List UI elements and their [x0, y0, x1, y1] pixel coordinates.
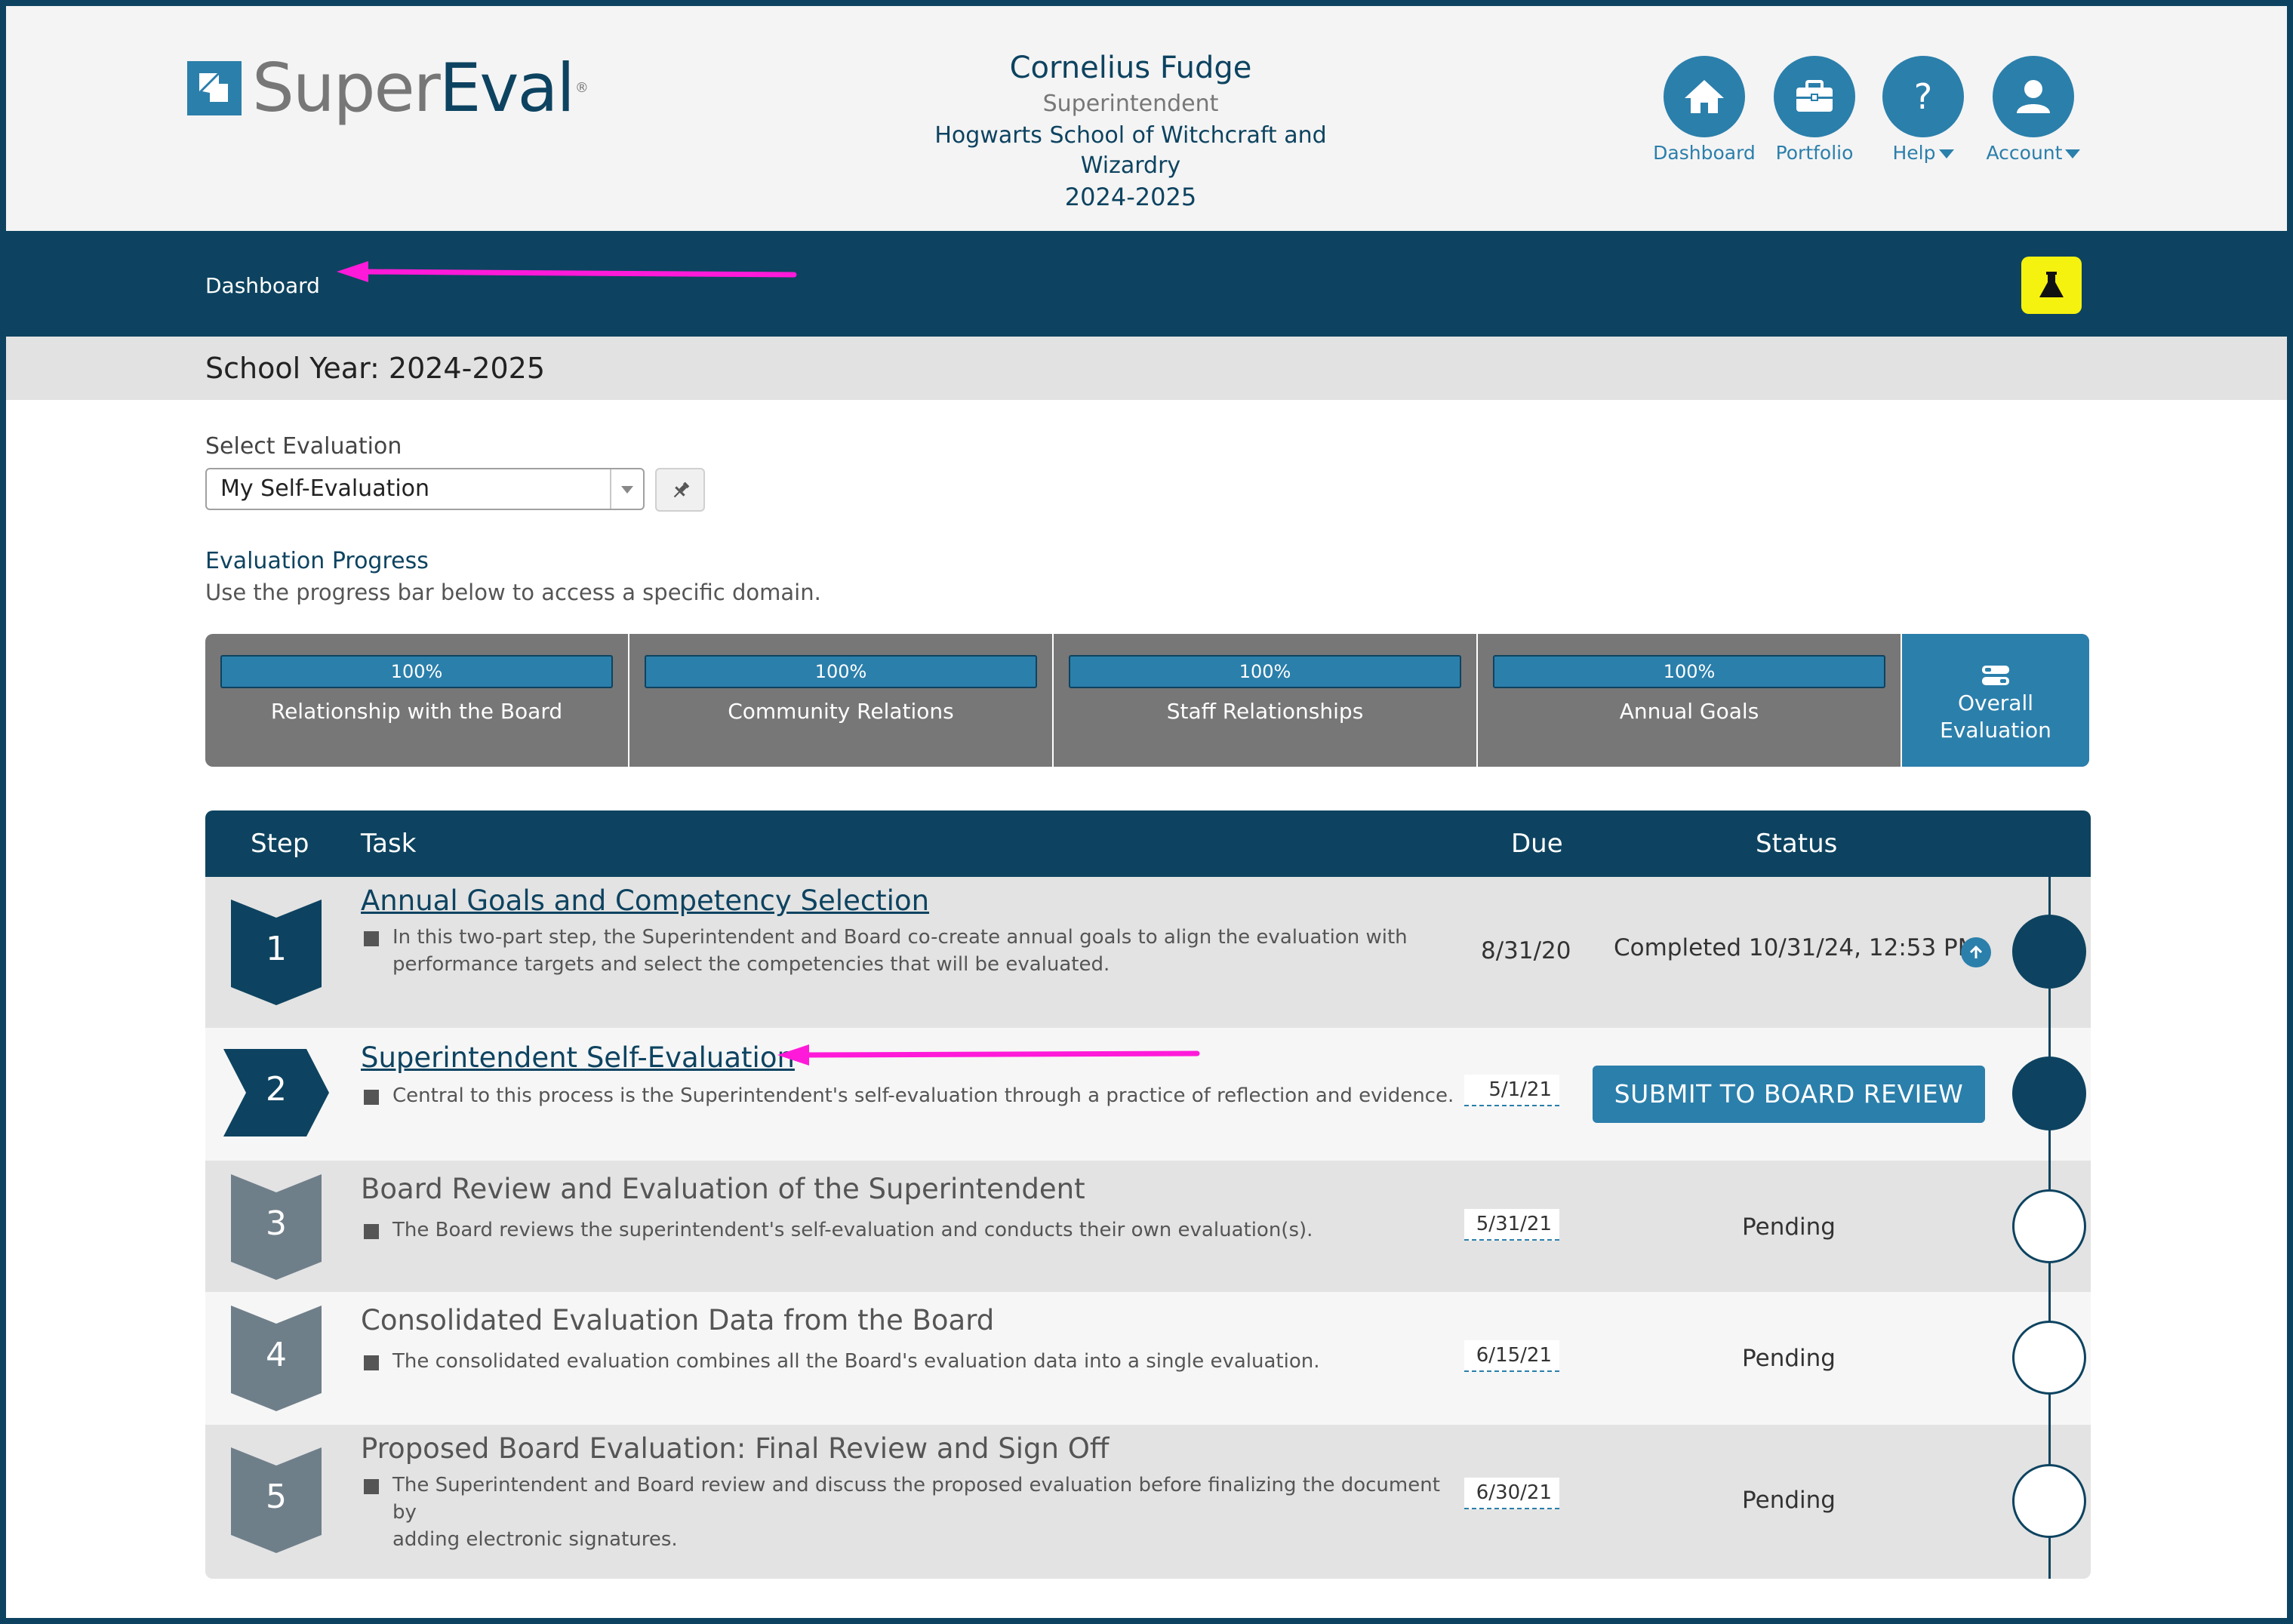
caret-down-icon: [2065, 149, 2081, 158]
task-link[interactable]: Superintendent Self-Evaluation: [361, 1041, 795, 1074]
due-date-field[interactable]: 6/15/21: [1464, 1340, 1559, 1372]
submit-to-board-review-button[interactable]: SUBMIT TO BOARD REVIEW: [1593, 1066, 1985, 1123]
task-description: The Superintendent and Board review and …: [392, 1474, 1440, 1551]
timeline-step-pending: [2012, 1189, 2086, 1263]
toggles-icon: [1982, 666, 2009, 685]
timeline-step-pending: [2012, 1464, 2086, 1538]
briefcase-icon: [1774, 56, 1855, 137]
user-name: Cornelius Fudge: [1009, 51, 1252, 85]
task-title: Consolidated Evaluation Data from the Bo…: [361, 1304, 995, 1336]
task-title: Board Review and Evaluation of the Super…: [361, 1173, 1085, 1205]
question-icon: ?: [1882, 56, 1964, 137]
beta-lab-button[interactable]: [2021, 257, 2082, 314]
domain-progress: 100%: [645, 655, 1037, 688]
home-icon: [1664, 56, 1745, 137]
progress-subtitle: Use the progress bar below to access a s…: [205, 580, 821, 605]
header: SuperEval ® Cornelius Fudge Superintenden…: [6, 6, 2287, 231]
status-text: Pending: [1742, 1487, 1836, 1514]
task-description: In this two-part step, the Superintenden…: [392, 926, 1408, 976]
table-row: 1 Annual Goals and Competency Selection …: [205, 877, 2091, 1028]
nav-portfolio[interactable]: Portfolio: [1754, 56, 1875, 164]
task-description: The consolidated evaluation combines all…: [392, 1350, 1320, 1373]
chevron-down-icon: [610, 469, 643, 509]
due-date-field[interactable]: 5/1/21: [1464, 1075, 1559, 1106]
annotation-arrow: [337, 261, 797, 282]
task-title: Proposed Board Evaluation: Final Review …: [361, 1432, 1110, 1465]
annotation-arrow: [777, 1044, 1200, 1066]
task-description: The Board reviews the superintendent's s…: [392, 1219, 1313, 1241]
logo-icon: [187, 61, 242, 115]
school-year-label: School Year: 2024-2025: [205, 352, 546, 385]
due-date-field[interactable]: 6/30/21: [1464, 1478, 1559, 1509]
breadcrumb[interactable]: Dashboard: [205, 273, 320, 298]
task-description: Central to this process is the Superinte…: [392, 1084, 1454, 1107]
user-role: Superintendent: [1042, 91, 1219, 117]
arrow-up-icon: [1969, 945, 1983, 958]
domain-progress: 100%: [220, 655, 613, 688]
svg-text:?: ?: [1914, 76, 1932, 117]
user-info: Cornelius Fudge Superintendent Hogwarts …: [897, 48, 1365, 213]
evaluation-select[interactable]: My Self-Evaluation: [205, 468, 645, 510]
table-header: Step Task Due Status: [205, 810, 2091, 877]
arrow-up-button[interactable]: [1961, 937, 1991, 967]
status-text: Completed 10/31/24, 12:53 PM: [1614, 934, 1978, 961]
flask-icon: [2039, 272, 2064, 297]
progress-title: Evaluation Progress: [205, 548, 429, 574]
domain-annual-goals[interactable]: 100% Annual Goals: [1478, 634, 1902, 767]
pin-icon: [673, 481, 690, 498]
nav-dashboard[interactable]: Dashboard: [1644, 56, 1765, 164]
due-date: 8/31/20: [1481, 937, 1571, 964]
overall-evaluation-button[interactable]: Overall Evaluation: [1902, 634, 2089, 767]
caret-down-icon: [1938, 149, 1954, 158]
school-year-band: School Year: 2024-2025: [6, 337, 2287, 400]
progress-bar: 100% Relationship with the Board 100% Co…: [205, 634, 2089, 767]
pin-button[interactable]: [655, 468, 705, 512]
timeline-step-pending: [2012, 1321, 2086, 1395]
logo[interactable]: SuperEval ®: [187, 49, 589, 127]
app-frame: SuperEval ® Cornelius Fudge Superintenden…: [6, 6, 2287, 1618]
table-row: 5 Proposed Board Evaluation: Final Revie…: [205, 1425, 2091, 1579]
user-school: Hogwarts School of Witchcraft and Wizard…: [934, 122, 1327, 179]
select-evaluation-label: Select Evaluation: [205, 433, 402, 460]
domain-progress: 100%: [1493, 655, 1885, 688]
nav-account[interactable]: Account: [1973, 56, 2094, 164]
task-link[interactable]: Annual Goals and Competency Selection: [361, 884, 929, 917]
status-text: Pending: [1742, 1213, 1836, 1241]
table-row: 2 Superintendent Self-Evaluation Central…: [205, 1028, 2091, 1161]
domain-staff-relationships[interactable]: 100% Staff Relationships: [1054, 634, 1478, 767]
status-text: Pending: [1742, 1345, 1836, 1372]
nav-help[interactable]: ? Help: [1863, 56, 1984, 164]
table-row: 3 Board Review and Evaluation of the Sup…: [205, 1161, 2091, 1292]
logo-wordmark: SuperEval ®: [252, 49, 589, 127]
timeline-step-complete: [2012, 1057, 2086, 1130]
user-icon: [1993, 56, 2074, 137]
domain-progress: 100%: [1069, 655, 1461, 688]
steps-table: Step Task Due Status 1 Annual Goals and …: [205, 810, 2091, 1579]
table-row: 4 Consolidated Evaluation Data from the …: [205, 1292, 2091, 1425]
top-nav: Dashboard Portfolio ? Help Account: [1644, 56, 2097, 169]
domain-relationship-board[interactable]: 100% Relationship with the Board: [205, 634, 629, 767]
breadcrumb-bar: Dashboard: [6, 231, 2287, 337]
timeline-step-complete: [2012, 915, 2086, 989]
due-date-field[interactable]: 5/31/21: [1464, 1209, 1559, 1241]
domain-community-relations[interactable]: 100% Community Relations: [629, 634, 1054, 767]
user-year: 2024-2025: [1064, 183, 1197, 211]
